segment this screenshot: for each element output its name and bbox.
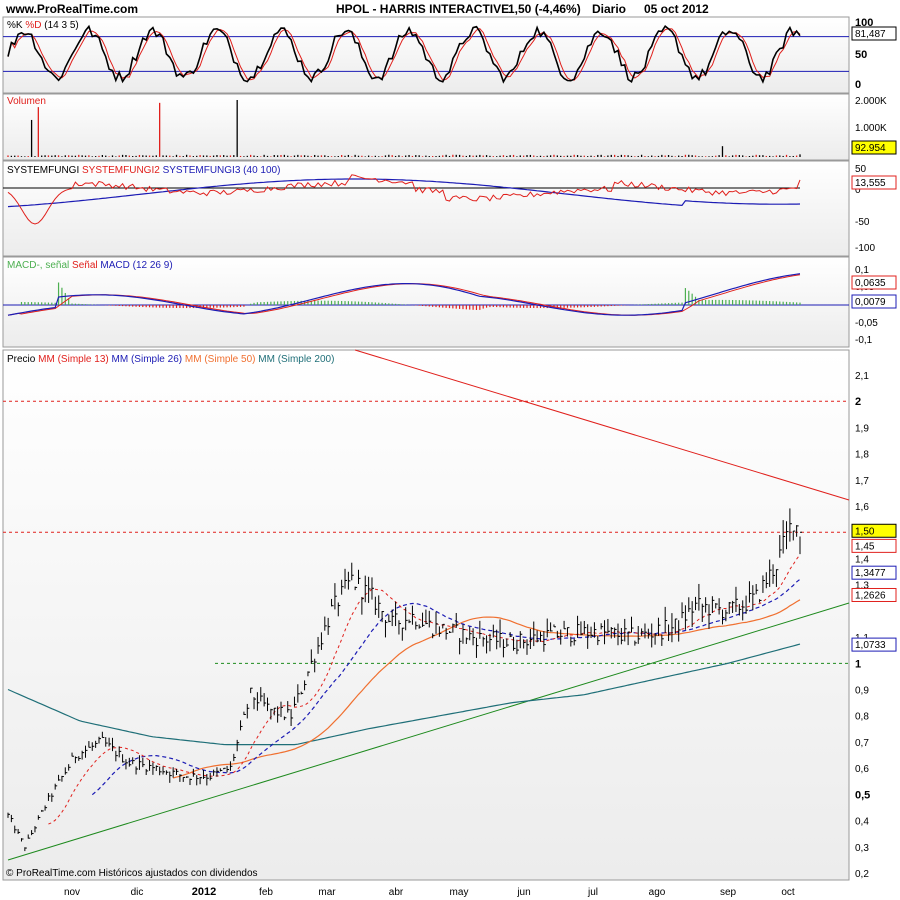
month-label: ago [649,887,666,898]
price-tick: 0,4 [855,817,869,828]
month-label: may [450,887,469,898]
stoch-badge: 81,487 [851,26,897,41]
ma26-name: (Simple 26) [131,354,182,365]
price-tick: 1,4 [855,554,869,565]
price-tick: 0,5 [855,789,870,801]
macd-tick: 0,1 [855,265,869,276]
sma26-badge: 1,3477 [851,565,897,580]
svg-text:MACD-, señal Señal MACD (12 26: MACD-, señal Señal MACD (12 26 9) [7,260,173,271]
price-tick: 2 [855,396,861,408]
month-label: jun [516,887,530,898]
panel-stoch [2,16,850,94]
month-label: feb [259,887,273,898]
footer-note: © ProRealTime.com Históricos ajustados c… [6,868,258,879]
macd-signal-badge-text: 0,0635 [855,278,886,289]
svg-text:Precio MM (Simple 13) MM (Simp: Precio MM (Simple 13) MM (Simple 26) MM … [7,354,334,365]
price-panel-legend: Precio MM (Simple 13) MM (Simple 26) MM … [7,354,334,365]
volume-tick: 2.000K [855,96,887,107]
sma50-badge-text: 1,2626 [855,590,886,601]
month-label: sep [720,887,737,898]
price-tick: 0,7 [855,738,869,749]
month-label: jul [587,887,598,898]
month-label: mar [318,887,336,898]
sma13-badge-text: 1,45 [855,541,875,552]
volume-panel-label: Volumen [7,96,46,107]
systemfungi-panel-label: SYSTEMFUNGI SYSTEMFUNGI2 SYSTEMFUNGI3 (4… [7,165,280,176]
volume-badge: 92.954 [851,140,897,155]
macd-params: (12 26 9) [133,260,173,271]
stoch-d-label: %D [25,20,41,31]
sma13-badge: 1,45 [851,538,897,553]
stoch-badge-text: 81,487 [855,29,886,40]
ma50-prefix: MM [185,354,202,365]
sma50-badge: 1,2626 [851,587,897,602]
systemfungi-label-2: SYSTEMFUNGI2 [82,165,160,176]
stoch-k-label: %K [7,20,23,31]
quote-value: 1,50 (-4,46%) [508,2,581,16]
macd-label-1: MACD-, señal [7,260,69,271]
macd-panel-label: MACD-, señal Señal MACD (12 26 9) [7,260,173,271]
month-label: 2012 [192,886,216,898]
price-tick: 1,7 [855,476,869,487]
systemfungi-label-1: SYSTEMFUNGI [7,165,79,176]
macd-signal-badge: 0,0635 [851,275,897,290]
macd-hist-badge-text: 0,0079 [855,297,886,308]
price-tick: 1,6 [855,502,869,513]
last-price-badge: 1,50 [851,523,897,538]
macd-label-2: Señal [72,260,98,271]
ma13-prefix: MM [38,354,55,365]
macd-hist-badge: 0,0079 [851,294,897,309]
price-tick: 1,8 [855,450,869,461]
sma200-badge: 1,0733 [851,637,897,652]
svg-text:%K %D (14 3 5): %K %D (14 3 5) [7,20,79,31]
last-price-badge-text: 1,50 [855,526,875,537]
macd-tick: -0,1 [855,335,873,346]
site-name[interactable]: www.ProRealTime.com [5,2,138,16]
price-tick: 0,9 [855,686,869,697]
month-label: abr [389,887,404,898]
month-label: oct [781,887,795,898]
chart-svg: www.ProRealTime.com HPOL - HARRIS INTERA… [0,0,900,898]
sma200-badge-text: 1,0733 [855,640,886,651]
macd-label-3: MACD [100,260,129,271]
systemfungi-tick: -50 [855,217,870,228]
stoch-panel-label: %K %D (14 3 5) [7,20,79,31]
ma200-prefix: MM [258,354,275,365]
systemfungi-tick: 50 [855,164,867,175]
ma13-name: (Simple 13) [58,354,109,365]
systemfungi-badge-text: 13,555 [855,178,886,189]
systemfungi-badge: 13,555 [851,175,897,190]
volume-badge-text: 92.954 [855,143,886,154]
ma26-prefix: MM [112,354,129,365]
price-tick: 0,6 [855,764,869,775]
systemfungi-params: (40 100) [243,165,280,176]
sma26-badge-text: 1,3477 [855,568,886,579]
price-label: Precio [7,354,36,365]
chart-title: HPOL - HARRIS INTERACTIVE [336,2,509,16]
stoch-params: (14 3 5) [44,20,78,31]
systemfungi-label-3: SYSTEMFUNGI3 [163,165,241,176]
price-tick: 0,3 [855,843,869,854]
ma50-name: (Simple 50) [204,354,255,365]
price-tick: 0,8 [855,712,869,723]
price-tick: 1 [855,658,861,670]
svg-text:SYSTEMFUNGI SYSTEMFUNGI2 SYSTE: SYSTEMFUNGI SYSTEMFUNGI2 SYSTEMFUNGI3 (4… [7,165,280,176]
period-label: Diario [592,2,626,16]
stoch-tick: 0 [855,79,861,91]
stoch-tick: 50 [855,49,867,61]
systemfungi-tick: -100 [855,243,875,254]
month-label: dic [131,887,144,898]
price-tick: 2,1 [855,371,869,382]
date-label: 05 oct 2012 [644,2,709,16]
month-label: nov [64,887,80,898]
price-tick: 0,2 [855,869,869,880]
volume-tick: 1.000K [855,123,887,134]
price-tick: 1,9 [855,423,869,434]
chart-window: www.ProRealTime.com HPOL - HARRIS INTERA… [0,0,900,900]
ma200-name: (Simple 200) [278,354,335,365]
macd-tick: -0,05 [855,318,878,329]
